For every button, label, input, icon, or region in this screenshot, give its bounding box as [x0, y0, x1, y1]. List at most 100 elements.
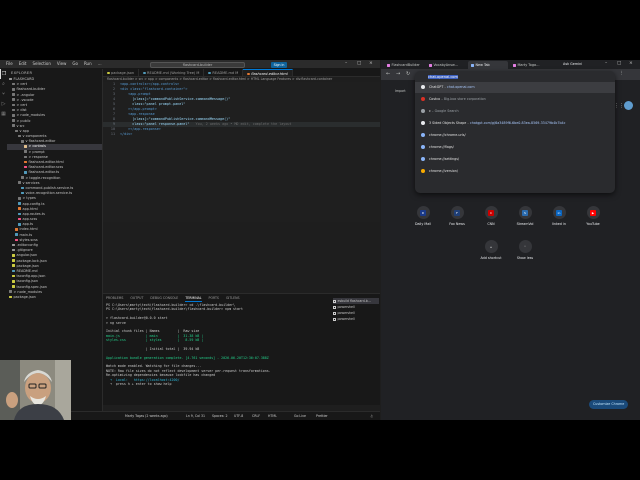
menu-item[interactable]: Edit [19, 61, 27, 66]
browser-tab-label: New Tab [475, 63, 490, 67]
status-git-author[interactable]: Marty Togas (2 weeks ago) [125, 412, 168, 420]
menu-item[interactable]: File [6, 61, 13, 66]
command-center-search[interactable]: flashcard-builder [150, 61, 245, 68]
file-icon [18, 222, 21, 226]
omnibox-suggestion[interactable]: ChatGPT – chat.openai.com [415, 82, 615, 93]
browser-tab[interactable]: New Tab [468, 61, 508, 69]
omnibox-suggestion[interactable]: chrome://flags/ [415, 142, 615, 153]
status-spaces[interactable]: Spaces: 2 [212, 412, 228, 420]
suggestion-detail: Big-box store corporation [443, 97, 486, 101]
search-icon[interactable]: ⌕ [0, 79, 7, 89]
shortcut-tile[interactable]: in linked in [544, 206, 574, 226]
code-line[interactable]: 11 </div> [103, 132, 380, 137]
omnibox-suggestion[interactable]: c – Google Search [415, 106, 615, 117]
extensions-icon[interactable]: ▦ [0, 109, 7, 119]
profile-avatar[interactable] [624, 101, 633, 110]
menu-kebab-icon[interactable]: ⋮ [619, 71, 624, 76]
status-language[interactable]: HTML [268, 412, 277, 420]
file-icon [12, 108, 15, 112]
omnibox-text: chat.openai.com [428, 75, 458, 79]
shortcut-label: Add shortcut [480, 256, 502, 260]
menu-item[interactable]: View [57, 61, 67, 66]
apps-grid-icon[interactable]: ⋮⋮ [614, 103, 624, 109]
editor-tab[interactable]: README.md M [204, 69, 244, 76]
editor-tab-label: flashcard-editor.html [251, 72, 288, 76]
suggestion-icon [421, 169, 425, 173]
tree-item[interactable]: package.json [7, 295, 102, 300]
tree-item-label: > cert [16, 82, 28, 87]
close-icon[interactable]: × [629, 61, 633, 66]
menu-item[interactable]: Run [84, 61, 92, 66]
terminal-instance[interactable]: powershell [333, 316, 379, 322]
omnibox-suggestion[interactable]: chrome://chrome-urls/ [415, 130, 615, 141]
shortcut-tile[interactable]: ˄ Show less [510, 240, 540, 260]
shortcut-glyph-icon: ▶ [590, 209, 596, 216]
run-debug-icon[interactable]: ▷ [0, 99, 7, 109]
panel-tab[interactable]: PROBLEMS [106, 294, 123, 302]
maximize-icon[interactable]: □ [617, 61, 621, 66]
close-icon[interactable]: × [369, 61, 373, 66]
code-editor[interactable]: 1 <app-controls></app-controls> 2 <div clas… [103, 82, 380, 222]
tree-item-label: > public [16, 118, 31, 123]
file-icon [12, 285, 15, 288]
terminal-output[interactable]: PS C:\Users\marty\tech\flashcard-builder… [106, 303, 326, 386]
file-icon [18, 181, 21, 185]
panel-tab[interactable]: TERMINAL [185, 294, 202, 302]
status-cursor[interactable]: Ln 9, Col 31 [186, 412, 205, 420]
status-encoding[interactable]: UTF-8 [234, 412, 243, 420]
file-icon [12, 119, 15, 122]
maximize-icon[interactable]: □ [357, 61, 361, 66]
menu-item[interactable]: … [98, 61, 102, 66]
menu-item[interactable]: Selection [32, 61, 50, 66]
shortcut-tile[interactable]: ▶ YouTube [578, 206, 608, 226]
omnibox-suggestion[interactable]: chrome://version/ [415, 166, 615, 177]
back-icon[interactable]: ← [386, 71, 390, 77]
editor-tab[interactable]: package.json [103, 69, 140, 76]
ask-gemini-button[interactable]: Ask Gemini [563, 61, 582, 68]
editor-tab[interactable]: README.md (Working Tree) M [139, 69, 205, 76]
forward-icon[interactable]: → [396, 71, 400, 77]
shortcut-glyph-icon: S [522, 209, 528, 216]
editor-tab[interactable]: flashcard-editor.html [243, 69, 293, 76]
shortcut-tile[interactable]: D Daily Mail [408, 206, 438, 226]
shortcut-icon-circle: F [450, 206, 464, 219]
omnibox-input[interactable]: chat.openai.com [418, 73, 612, 81]
tree-item-label: tsconfig.json [16, 279, 38, 284]
browser-tab[interactable]: Marty Toga… [510, 61, 550, 69]
shortcut-tile[interactable]: S StreamVol [510, 206, 540, 226]
status-go-live[interactable]: Go Live [294, 412, 306, 420]
browser-tab[interactable]: VocabyAnsw… [426, 61, 466, 69]
bookmarks-import[interactable]: Import [395, 89, 406, 93]
status-eol[interactable]: CRLF [252, 412, 260, 420]
panel-tab[interactable]: OUTPUT [130, 294, 143, 302]
omnibox-suggestion[interactable]: Costco – Big-box store corporation [415, 94, 615, 105]
terminal-instance-label: esbuild flashcard-b… [337, 299, 371, 303]
source-control-icon[interactable]: ⑂ [0, 89, 7, 99]
panel-tab[interactable]: GITLENS [226, 294, 240, 302]
explorer-icon[interactable]: ❐ [0, 69, 7, 79]
minimize-icon[interactable]: – [605, 61, 607, 66]
menu-item[interactable]: Go [72, 61, 78, 66]
customize-chrome-button[interactable]: Customize Chrome [589, 400, 629, 409]
panel-tab[interactable]: DEBUG CONSOLE [150, 294, 178, 302]
browser-tab-label: Marty Toga… [517, 63, 540, 67]
file-icon [15, 233, 18, 236]
shortcut-tile[interactable]: C CNN [476, 206, 506, 226]
omnibox-suggestion[interactable]: chrome://settings/ [415, 154, 615, 165]
suggestion-title: Costco [429, 97, 441, 101]
tab-favicon-icon [429, 63, 432, 67]
minimize-icon[interactable]: – [345, 61, 347, 66]
code-text: <app-controls></app-controls> [120, 82, 180, 86]
panel-tab[interactable]: PORTS [209, 294, 219, 302]
shortcut-tile[interactable]: + Add shortcut [476, 240, 506, 260]
file-icon [12, 248, 15, 252]
omnibox-suggestion[interactable]: 3 Sided Objects Shape – chatgpt.com/g/6a… [415, 118, 615, 129]
shortcut-tile[interactable]: F Fox News [442, 206, 472, 226]
status-prettier[interactable]: Prettier [316, 412, 328, 420]
sign-in-button[interactable]: Sign in [271, 61, 287, 68]
reload-icon[interactable]: ↻ [406, 71, 410, 77]
shortcut-icon-circle: in [552, 206, 566, 219]
browser-tab[interactable]: FlashcardBuilder [384, 61, 424, 69]
notifications-bell-icon[interactable]: ♫ [370, 412, 373, 420]
file-icon [21, 176, 24, 179]
